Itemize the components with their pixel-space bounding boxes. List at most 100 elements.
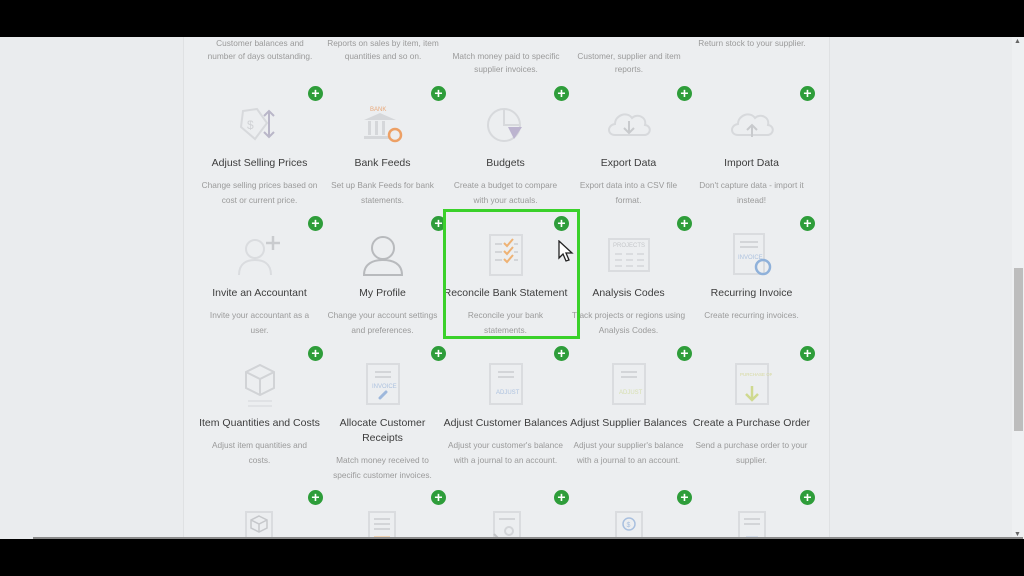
svg-text:ADJUST: ADJUST [496, 390, 520, 396]
desc-line: Customer, supplier and item [577, 51, 681, 61]
tile-title: Create a Purchase Order [692, 417, 811, 429]
user-icon [321, 230, 444, 280]
tile-desc: Adjust your supplier's balance [573, 440, 684, 450]
chart-of-accounts-icon [321, 504, 444, 539]
add-icon[interactable]: + [308, 86, 323, 101]
desc-line: quantities and so on. [344, 50, 422, 61]
video-progress-line [33, 537, 1023, 539]
tile-desc: Adjust your customer's balance [447, 440, 564, 450]
checklist-icon [444, 230, 567, 280]
top-desc-sales-reports: Reports on sales by item, item quantitie… [313, 37, 453, 62]
tile-desc: specific customer invoices. [333, 470, 432, 480]
tile-desc: with a journal to an account. [576, 455, 681, 465]
add-icon[interactable]: + [431, 346, 446, 361]
add-icon[interactable]: + [431, 216, 446, 231]
purchase-order-icon: PURCHASE ORDER [690, 360, 813, 410]
tile-desc: cost or current price. [221, 195, 298, 205]
tools-panel: Customer balances and number of days out… [183, 37, 830, 539]
tile-desc: Don't capture data - import it [699, 180, 804, 190]
top-desc-customer-balances: Customer balances and number of days out… [190, 37, 330, 62]
tile-title: Reconcile Bank Statement [443, 287, 568, 299]
add-icon[interactable]: + [431, 86, 446, 101]
add-icon[interactable]: + [554, 490, 569, 505]
transfer-user-icon [444, 504, 567, 539]
tile-desc: costs. [248, 455, 271, 465]
tile-desc: statements. [361, 195, 404, 205]
adjust-customer-icon: ADJUST [444, 360, 567, 410]
add-icon[interactable]: + [677, 346, 692, 361]
tile-title: Recurring Invoice [710, 287, 793, 299]
tile-title-line: Allocate Customer [339, 417, 426, 429]
add-icon[interactable]: + [800, 490, 815, 505]
invoice-link-icon: INVOICE [321, 360, 444, 410]
svg-text:ADJUST: ADJUST [619, 390, 643, 396]
tile-title: Bank Feeds [354, 157, 411, 169]
tile-desc: Change your account settings [327, 310, 438, 320]
tile-desc: Match money received to [336, 455, 429, 465]
top-desc-return-stock: Return stock to your supplier. [682, 37, 822, 50]
tile-title: Adjust Supplier Balances [570, 417, 687, 429]
tile-desc: format. [615, 195, 642, 205]
tile-desc: with your actuals. [473, 195, 538, 205]
add-icon[interactable]: + [800, 216, 815, 231]
box-icon [198, 360, 321, 410]
desc-line: supplier invoices. [474, 63, 538, 74]
tile-desc: user. [250, 325, 269, 335]
tile-desc: statements. [484, 325, 527, 335]
cloud-upload-icon [690, 100, 813, 150]
desc-line: Customer balances and [216, 38, 304, 48]
add-icon[interactable]: + [677, 490, 692, 505]
add-icon[interactable]: + [554, 216, 569, 231]
svg-text:BANK: BANK [370, 107, 386, 113]
dollar-document-icon: $ [567, 504, 690, 539]
tile-title: Import Data [724, 157, 779, 169]
add-icon[interactable]: + [308, 490, 323, 505]
tile-title: Adjust Selling Prices [211, 157, 308, 169]
tile-title: Budgets [486, 157, 525, 169]
projects-icon: PROJECTS [567, 230, 690, 280]
pie-chart-icon [444, 100, 567, 150]
add-icon[interactable]: + [431, 490, 446, 505]
tile-title: Item Quantities and Costs [199, 417, 320, 429]
tile-desc: Create recurring invoices. [704, 310, 799, 320]
cloud-download-icon [567, 100, 690, 150]
add-icon[interactable]: + [554, 86, 569, 101]
tile-desc: supplier. [736, 455, 767, 465]
tile-title: Analysis Codes [592, 287, 665, 299]
desc-line: number of days outstanding. [207, 50, 313, 61]
vertical-scrollbar[interactable]: ▲ ▼ [1012, 37, 1024, 539]
add-icon[interactable]: + [800, 346, 815, 361]
scrollbar-thumb[interactable] [1014, 268, 1023, 431]
svg-text:$: $ [626, 522, 630, 529]
scroll-up-icon[interactable]: ▲ [1014, 38, 1021, 45]
tile-desc: instead! [736, 195, 767, 205]
add-icon[interactable]: + [308, 346, 323, 361]
add-icon[interactable]: + [308, 216, 323, 231]
add-icon[interactable]: + [677, 216, 692, 231]
tile-desc: Change selling prices based on [201, 180, 318, 190]
tile-desc: and preferences. [351, 325, 414, 335]
box-document-icon [198, 504, 321, 539]
bank-icon: BANK [321, 100, 444, 150]
tile-desc: Send a purchase order to your [695, 440, 808, 450]
svg-text:INVOICE: INVOICE [372, 384, 397, 390]
tile-desc: Create a budget to compare [453, 180, 558, 190]
tile-title: Invite an Accountant [212, 287, 307, 299]
desc-line: Return stock to your supplier. [698, 38, 806, 48]
tile-desc: Reconcile your bank [467, 310, 544, 320]
price-tag-icon: $ [198, 100, 321, 150]
top-desc-reports: Customer, supplier and item reports. [559, 50, 699, 75]
top-desc-supplier-payments: Match money paid to specific supplier in… [436, 50, 576, 75]
add-icon[interactable]: + [800, 86, 815, 101]
mouse-cursor-icon [558, 239, 574, 269]
tile-title-line: Receipts [362, 432, 403, 444]
add-icon[interactable]: + [677, 86, 692, 101]
adjust-supplier-icon: ADJUST [567, 360, 690, 410]
desc-line: Reports on sales by item, item [327, 38, 439, 48]
tile-desc: Track projects or regions using [571, 310, 686, 320]
page-viewport: Customer balances and number of days out… [0, 37, 1024, 539]
tile-desc: Analysis Codes. [598, 325, 659, 335]
tile-desc: Set up Bank Feeds for bank [331, 180, 434, 190]
add-icon[interactable]: + [554, 346, 569, 361]
tile-title: Adjust Customer Balances [443, 417, 568, 429]
